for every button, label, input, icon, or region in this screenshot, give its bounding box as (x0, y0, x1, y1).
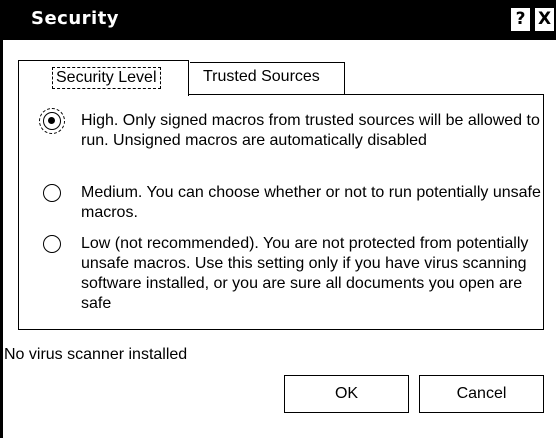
tab-trusted-sources[interactable]: Trusted Sources (190, 62, 345, 94)
tab-security-level-label: Security Level (52, 67, 161, 89)
option-low-label[interactable]: Low (not recommended). You are not prote… (81, 234, 541, 314)
radio-medium[interactable] (43, 184, 61, 202)
window-edge (0, 0, 3, 438)
radio-low[interactable] (43, 235, 61, 253)
virus-scanner-status: No virus scanner installed (4, 346, 188, 363)
help-icon[interactable]: ? (511, 8, 530, 31)
tab-security-level[interactable]: Security Level (18, 60, 189, 96)
security-level-panel: High. Only signed macros from trusted so… (18, 94, 544, 330)
cancel-button[interactable]: Cancel (419, 375, 544, 413)
window-title: Security (31, 8, 120, 29)
close-icon[interactable]: X (535, 8, 554, 31)
tab-trusted-sources-label: Trusted Sources (203, 68, 320, 85)
option-high-label[interactable]: High. Only signed macros from trusted so… (81, 111, 541, 151)
option-medium-label[interactable]: Medium. You can choose whether or not to… (81, 183, 541, 223)
ok-button[interactable]: OK (284, 375, 409, 413)
radio-selected-dot (48, 117, 55, 124)
radio-high[interactable] (39, 108, 65, 134)
security-dialog: Security ? X Security Level Trusted Sour… (0, 0, 556, 438)
title-bar[interactable]: Security ? X (0, 0, 556, 40)
